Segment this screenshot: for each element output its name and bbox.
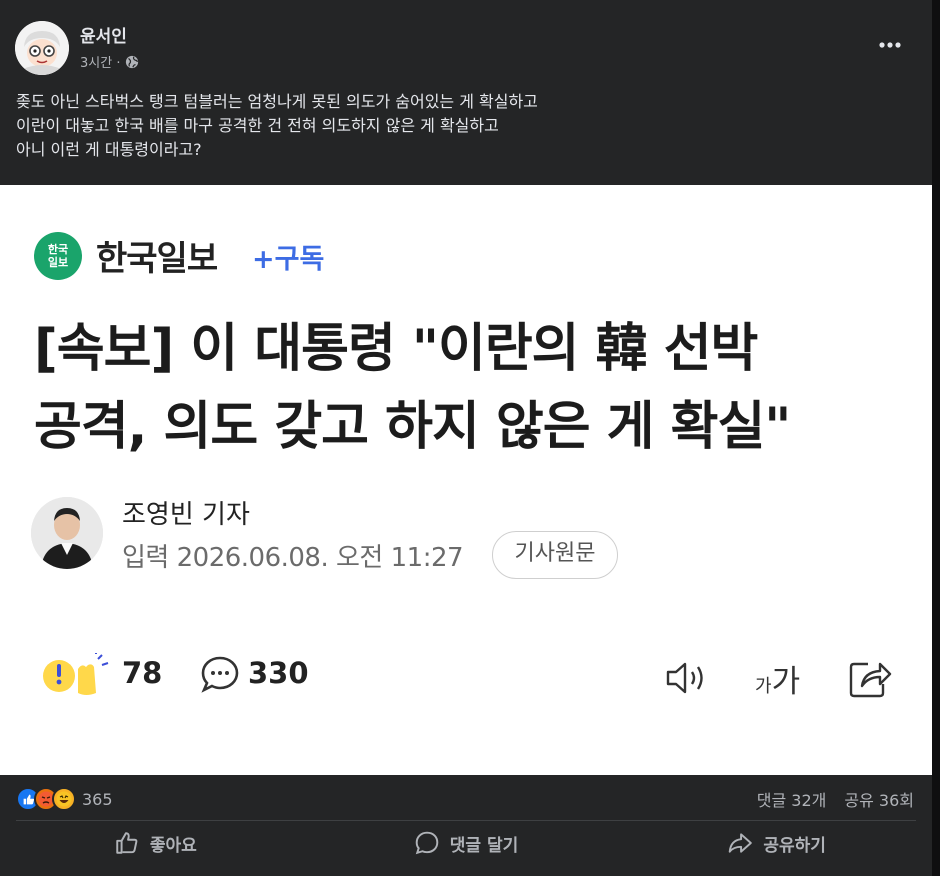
more-options-button[interactable] <box>873 33 907 57</box>
reporter-portrait-icon <box>31 497 103 569</box>
headline-line: [속보] 이 대통령 "이란의 韓 선박 <box>34 319 758 379</box>
share-icon <box>729 833 753 853</box>
reaction-count: 365 <box>82 789 113 809</box>
original-article-button: 기사원문 <box>492 531 618 579</box>
like-button[interactable]: 좋아요 <box>0 822 311 864</box>
font-size-big: 가 <box>771 664 801 700</box>
author-avatar[interactable] <box>15 21 69 75</box>
haha-reaction-icon <box>52 787 76 811</box>
comment-label: 댓글 달기 <box>449 835 519 856</box>
article-date: 입력 2026.06.08. 오전 11:27 <box>122 543 464 573</box>
clap-icon <box>43 653 109 695</box>
comment-icon <box>415 831 439 855</box>
press-name: 한국일보 <box>96 239 218 279</box>
share-count-link[interactable]: 공유 36회 <box>844 787 914 811</box>
speaker-icon <box>666 662 703 694</box>
post-actions: 좋아요 댓글 달기 공유하기 <box>0 822 932 864</box>
post-time[interactable]: 3시간 · <box>80 52 120 71</box>
author-name[interactable]: 윤서인 <box>80 22 127 47</box>
globe-icon[interactable] <box>125 55 139 69</box>
font-size-button: 가 가 <box>755 656 800 701</box>
headline-line: 공격, 의도 갖고 하지 않은 게 확실" <box>34 397 791 457</box>
post-line: 좆도 아닌 스타벅스 탱크 텀블러는 엄청나게 못된 의도가 숨어있는 게 확실… <box>16 92 538 111</box>
post-line: 이란이 대놓고 한국 배를 마구 공격한 건 전혀 의도하지 않은 게 확실하고 <box>16 116 499 135</box>
comment-count-link[interactable]: 댓글 32개 <box>757 787 827 811</box>
more-icon <box>879 42 901 48</box>
post-meta: 3시간 · <box>80 52 139 71</box>
font-size-small: 가 <box>755 676 772 697</box>
reporter-name: 조영빈 기자 <box>122 500 250 530</box>
subscribe-button: +구독 <box>252 244 325 275</box>
share-label: 공유하기 <box>763 835 826 856</box>
article-headline: [속보] 이 대통령 "이란의 韓 선박 공격, 의도 갖고 하지 않은 게 확… <box>34 310 914 466</box>
like-label: 좋아요 <box>149 835 197 856</box>
reporter-photo <box>31 497 103 569</box>
reaction-summary[interactable]: 365 <box>16 786 113 812</box>
article-like-count: 78 <box>122 656 163 690</box>
divider <box>16 820 916 821</box>
post-card: 윤서인 3시간 · 좆도 아닌 스타벅스 탱크 텀블러는 엄청나게 못된 의도가… <box>0 0 932 876</box>
share-button[interactable]: 공유하기 <box>621 822 932 864</box>
press-logo-text: 한국 일보 <box>47 243 69 269</box>
article-comment-count: 330 <box>248 656 309 690</box>
post-line: 아니 이런 게 대통령이라고? <box>16 140 202 159</box>
comment-button[interactable]: 댓글 달기 <box>311 822 622 864</box>
thumbs-up-icon <box>116 832 138 854</box>
engagement-counts: 댓글 32개 공유 36회 <box>757 787 914 811</box>
share-arrow-icon <box>849 662 892 698</box>
post-body: 좆도 아닌 스타벅스 탱크 텀블러는 엄청나게 못된 의도가 숨어있는 게 확실… <box>16 90 916 162</box>
cartoon-avatar-icon <box>15 21 69 75</box>
press-logo: 한국 일보 <box>34 232 82 280</box>
comment-bubble-icon <box>201 656 239 693</box>
